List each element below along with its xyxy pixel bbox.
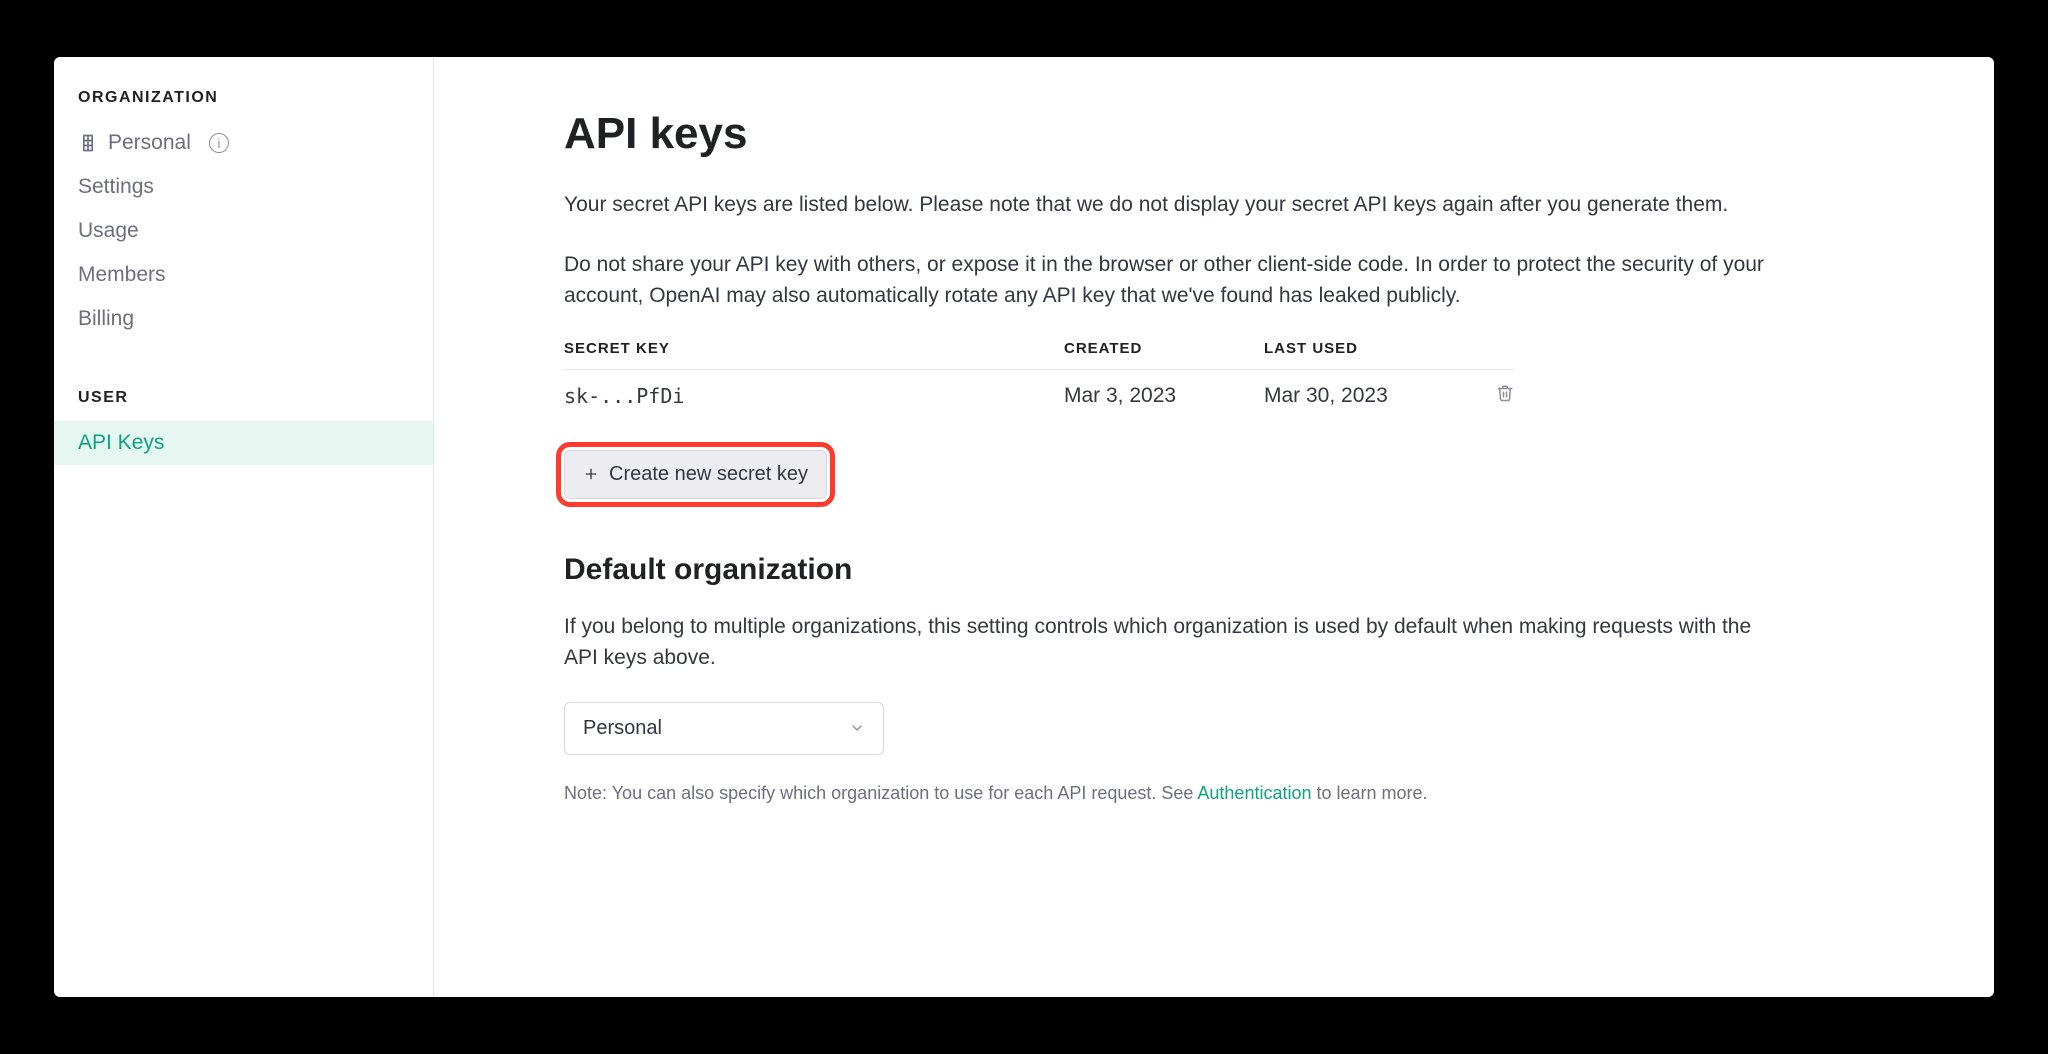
chevron-down-icon <box>849 720 865 736</box>
trash-icon <box>1496 384 1514 402</box>
table-header-row: SECRET KEY CREATED LAST USED <box>564 340 1514 370</box>
sidebar-item-personal[interactable]: Personal i <box>54 121 433 165</box>
page-title: API keys <box>564 109 1864 159</box>
cell-secret-key: sk-...PfDi <box>564 384 1064 408</box>
building-icon <box>78 133 98 153</box>
app-window: ORGANIZATION Personal i Settings Usage M… <box>54 57 1994 997</box>
sidebar: ORGANIZATION Personal i Settings Usage M… <box>54 57 434 997</box>
header-secret-key: SECRET KEY <box>564 340 1064 357</box>
sidebar-item-label: Settings <box>78 175 154 199</box>
create-key-container: Create new secret key <box>564 450 827 499</box>
default-org-select[interactable]: Personal <box>564 702 884 755</box>
plus-icon <box>583 466 599 482</box>
sidebar-heading-organization: ORGANIZATION <box>54 89 433 121</box>
intro-text-2: Do not share your API key with others, o… <box>564 249 1764 312</box>
sidebar-item-label: Members <box>78 263 166 287</box>
sidebar-item-label: API Keys <box>78 431 164 455</box>
default-org-heading: Default organization <box>564 553 1864 587</box>
header-last-used: LAST USED <box>1264 340 1464 357</box>
cell-last-used: Mar 30, 2023 <box>1264 384 1464 408</box>
sidebar-item-api-keys[interactable]: API Keys <box>54 421 433 465</box>
create-button-label: Create new secret key <box>609 463 808 486</box>
default-org-note: Note: You can also specify which organiz… <box>564 783 1864 804</box>
sidebar-item-label: Billing <box>78 307 134 331</box>
create-secret-key-button[interactable]: Create new secret key <box>564 450 827 499</box>
default-org-desc: If you belong to multiple organizations,… <box>564 611 1764 674</box>
select-value: Personal <box>583 717 662 740</box>
delete-key-button[interactable] <box>1496 384 1514 402</box>
cell-created: Mar 3, 2023 <box>1064 384 1264 408</box>
main-content: API keys Your secret API keys are listed… <box>434 57 1994 997</box>
info-icon[interactable]: i <box>209 133 229 153</box>
sidebar-item-label: Personal <box>108 131 191 155</box>
sidebar-item-billing[interactable]: Billing <box>54 297 433 341</box>
sidebar-item-label: Usage <box>78 219 139 243</box>
intro-text-1: Your secret API keys are listed below. P… <box>564 189 1764 221</box>
api-keys-table: SECRET KEY CREATED LAST USED sk-...PfDi … <box>564 340 1514 422</box>
header-created: CREATED <box>1064 340 1264 357</box>
sidebar-item-settings[interactable]: Settings <box>54 165 433 209</box>
sidebar-heading-user: USER <box>54 389 433 421</box>
sidebar-item-usage[interactable]: Usage <box>54 209 433 253</box>
sidebar-item-members[interactable]: Members <box>54 253 433 297</box>
table-row: sk-...PfDi Mar 3, 2023 Mar 30, 2023 <box>564 370 1514 422</box>
authentication-link[interactable]: Authentication <box>1197 783 1311 803</box>
